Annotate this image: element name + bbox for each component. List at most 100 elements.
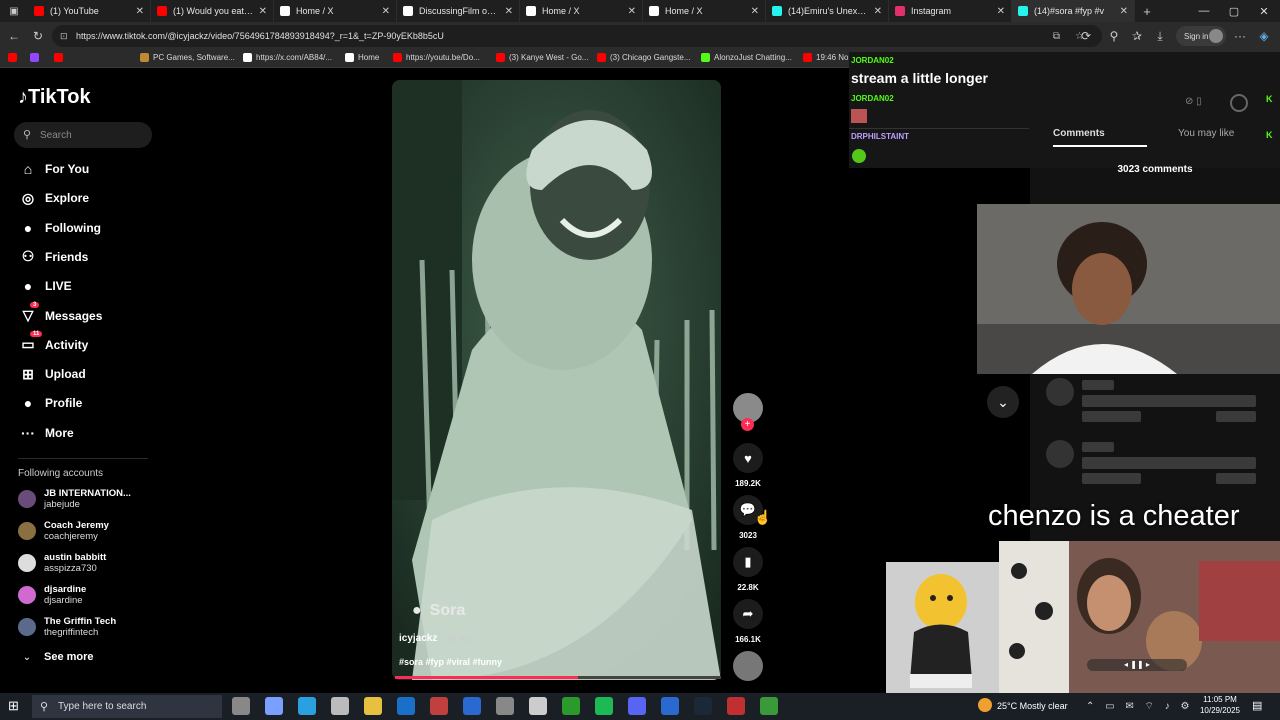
app-icon[interactable]: [661, 697, 679, 715]
close-tab-icon[interactable]: ✕: [874, 6, 882, 17]
kick-controls-icon[interactable]: ⊘ ▯: [1185, 96, 1202, 107]
close-tab-icon[interactable]: ✕: [136, 6, 144, 17]
tiktok-logo[interactable]: ♪TikTok: [18, 86, 91, 109]
bookmark-item[interactable]: https://x.com/AB84/...: [243, 53, 332, 62]
sidebar-item-messages[interactable]: ▽ 3 Messages: [18, 301, 102, 325]
close-tab-icon[interactable]: ✕: [382, 6, 390, 17]
app-icon[interactable]: [496, 697, 514, 715]
bookmark-item[interactable]: PC Games, Software...: [140, 53, 235, 62]
outlook-icon[interactable]: [397, 697, 415, 715]
clock-time[interactable]: 11:05 PM: [1190, 695, 1250, 704]
video-player[interactable]: ● Sora icyjackz · 5d ago #sora #fyp #vir…: [392, 80, 721, 680]
refresh-icon[interactable]: ↻: [28, 26, 48, 46]
clip-playback-controls[interactable]: ◂ ❚❚ ▸: [1087, 659, 1187, 671]
sidebar-item-friends[interactable]: ⚇ Friends: [18, 248, 89, 266]
edge-icon[interactable]: [298, 697, 316, 715]
site-info-icon[interactable]: ⊡: [60, 31, 68, 42]
browser-tab[interactable]: Home / X ✕: [643, 0, 766, 22]
app-icon[interactable]: [727, 697, 745, 715]
app-icon[interactable]: [430, 697, 448, 715]
weather-text[interactable]: 25°C Mostly clear: [997, 701, 1068, 711]
copilot-icon[interactable]: [265, 697, 283, 715]
video-hashtags[interactable]: #sora #fyp #viral #funny: [399, 657, 502, 667]
store-icon[interactable]: [331, 697, 349, 715]
save-button[interactable]: ▮: [733, 547, 763, 577]
windows-start-icon[interactable]: ⊞: [8, 698, 19, 714]
video-author[interactable]: icyjackz: [399, 633, 437, 644]
task-view-icon[interactable]: [232, 697, 250, 715]
bookmark-item[interactable]: [8, 53, 21, 62]
following-account[interactable]: djsardine djsardine: [18, 584, 86, 606]
bookmark-item[interactable]: 19:46 No...: [803, 53, 855, 62]
see-more-button[interactable]: ⌄ See more: [18, 651, 94, 663]
tab-actions-icon[interactable]: ▣: [0, 0, 28, 22]
minecraft-icon[interactable]: [760, 697, 778, 715]
split-screen-icon[interactable]: ⧉: [1053, 31, 1060, 42]
settings-more-icon[interactable]: ···: [1230, 26, 1250, 46]
extensions-icon[interactable]: ⟳: [1076, 26, 1096, 46]
steam-icon[interactable]: [694, 697, 712, 715]
close-tab-icon[interactable]: ✕: [1120, 6, 1128, 17]
bookmark-item[interactable]: [54, 53, 67, 62]
tab-comments[interactable]: Comments: [1053, 128, 1105, 139]
system-tray-icons[interactable]: ⌃ ▭ ✉ ⌔ ♪ ⚙: [1086, 700, 1193, 713]
taskbar-search-input[interactable]: ⚲ Type here to search: [32, 695, 222, 718]
notification-icon[interactable]: ▤: [1252, 699, 1262, 712]
discord-icon[interactable]: [628, 697, 646, 715]
browser-tab[interactable]: Home / X ✕: [520, 0, 643, 22]
video-progress-bar[interactable]: [395, 676, 721, 679]
browser-tab[interactable]: (14)Emiru's Unexpecte ✕: [766, 0, 889, 22]
sidebar-item-live[interactable]: ● LIVE: [18, 277, 72, 295]
sidebar-item-profile[interactable]: ● Profile: [18, 394, 83, 412]
sidebar-item-activity[interactable]: ▭ 11 Activity: [18, 330, 88, 354]
sidebar-item-upload[interactable]: ⊞ Upload: [18, 365, 86, 383]
scroll-down-button[interactable]: ⌄: [987, 386, 1019, 418]
bookmark-item[interactable]: (3) Chicago Gangste...: [597, 53, 690, 62]
downloads-icon[interactable]: ⤓: [1150, 26, 1170, 46]
sidebar-item-for-you[interactable]: ⌂ For You: [18, 160, 89, 178]
spotify-icon[interactable]: [595, 697, 613, 715]
following-account[interactable]: Coach Jeremy coachjeremy: [18, 520, 109, 542]
maximize-icon[interactable]: ▢: [1218, 0, 1250, 22]
sign-in-button[interactable]: Sign in: [1176, 26, 1226, 46]
following-account[interactable]: JB INTERNATION... jabejude: [18, 488, 131, 510]
close-window-icon[interactable]: ✕: [1248, 0, 1280, 22]
follow-plus-icon[interactable]: +: [741, 418, 754, 431]
close-tab-icon[interactable]: ✕: [628, 6, 636, 17]
browser-tab[interactable]: DiscussingFilm on X: "H ✕: [397, 0, 520, 22]
close-tab-icon[interactable]: ✕: [505, 6, 513, 17]
close-tab-icon[interactable]: ✕: [751, 6, 759, 17]
minimize-icon[interactable]: —: [1188, 0, 1220, 22]
clock-date[interactable]: 10/29/2025: [1190, 706, 1250, 715]
tab-you-may-like[interactable]: You may like: [1178, 128, 1234, 139]
copilot-icon[interactable]: ◈: [1254, 26, 1274, 46]
bookmark-item[interactable]: https://youtu.be/Do...: [393, 53, 480, 62]
back-icon[interactable]: ←: [4, 26, 24, 46]
search-input[interactable]: ⚲ Search: [14, 122, 152, 148]
following-account[interactable]: austin babbitt asspizza730: [18, 552, 106, 574]
sidebar-item-following[interactable]: ● Following: [18, 219, 101, 237]
new-tab-button[interactable]: +: [1135, 4, 1159, 19]
browser-essentials-icon[interactable]: ⚲: [1104, 26, 1124, 46]
bookmark-item[interactable]: AlonzoJust Chatting...: [701, 53, 792, 62]
browser-tab[interactable]: Home / X ✕: [274, 0, 397, 22]
following-account[interactable]: The Griffin Tech thegriffintech: [18, 616, 116, 638]
like-button[interactable]: ♥: [733, 443, 763, 473]
sidebar-item-more[interactable]: ··· More: [18, 424, 74, 442]
close-tab-icon[interactable]: ✕: [259, 6, 267, 17]
favorites-icon[interactable]: ✰: [1127, 26, 1147, 46]
app-icon[interactable]: [463, 697, 481, 715]
weather-icon[interactable]: [978, 698, 992, 712]
sidebar-item-explore[interactable]: ◎ Explore: [18, 189, 89, 207]
app-icon[interactable]: [529, 697, 547, 715]
url-input[interactable]: ⊡ https://www.tiktok.com/@icyjackz/video…: [52, 25, 1102, 47]
sound-avatar[interactable]: [733, 651, 763, 681]
bookmark-item[interactable]: Home: [345, 53, 379, 62]
xbox-icon[interactable]: [562, 697, 580, 715]
close-tab-icon[interactable]: ✕: [997, 6, 1005, 17]
browser-tab[interactable]: (1) YouTube ✕: [28, 0, 151, 22]
bookmark-item[interactable]: (3) Kanye West - Go...: [496, 53, 588, 62]
browser-tab[interactable]: (1) Would you eat this? ✕: [151, 0, 274, 22]
bookmark-item[interactable]: [30, 53, 43, 62]
browser-tab[interactable]: Instagram ✕: [889, 0, 1012, 22]
